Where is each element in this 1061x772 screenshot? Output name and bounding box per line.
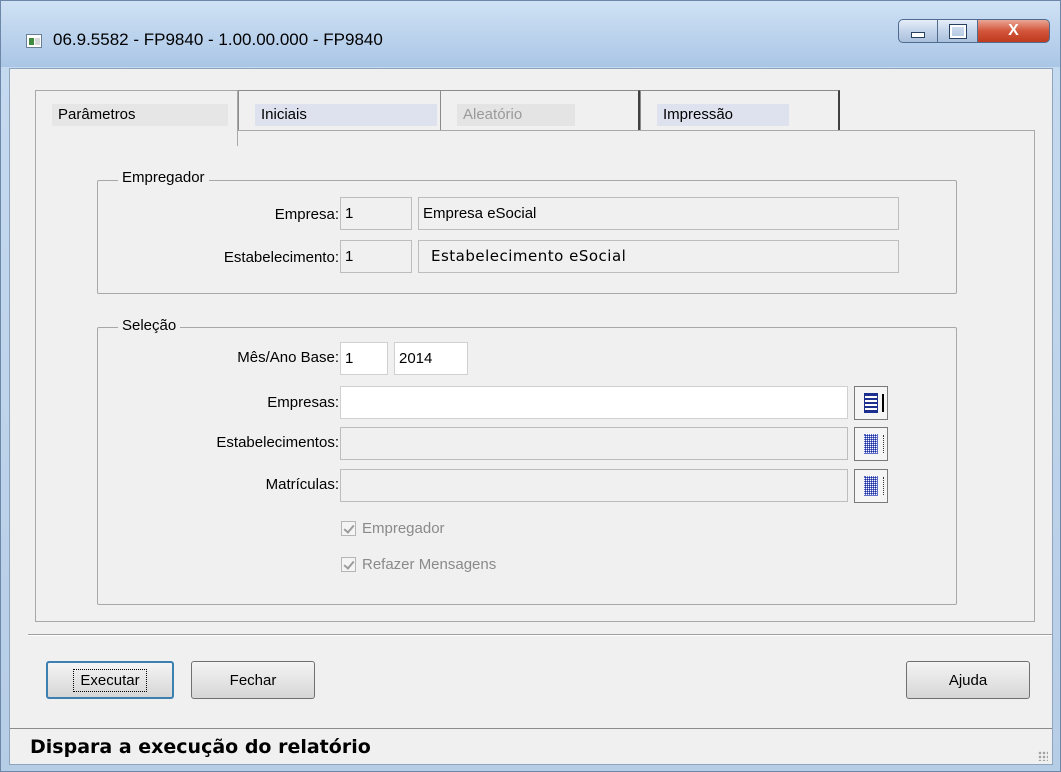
ano-input[interactable]: 2014 xyxy=(394,342,468,375)
empresa-code-field: 1 xyxy=(340,197,412,230)
empregador-checkbox-label: Empregador xyxy=(362,520,445,537)
group-selecao-legend: Seleção xyxy=(118,317,181,334)
checkbox-checked-icon xyxy=(341,557,356,572)
app-icon xyxy=(26,34,42,48)
document-list-icon xyxy=(864,393,878,413)
tab-iniciais[interactable]: Iniciais xyxy=(238,90,442,130)
tab-label: Impressão xyxy=(657,104,789,126)
fechar-button-label: Fechar xyxy=(229,671,277,689)
app-window: 06.9.5582 - FP9840 - 1.00.00.000 - FP984… xyxy=(0,0,1061,772)
matriculas-label: Matrículas: xyxy=(265,476,339,493)
group-selecao xyxy=(97,327,957,605)
estabelecimentos-input xyxy=(340,427,848,460)
arrow-icon xyxy=(879,394,884,412)
tab-label: Aleatório xyxy=(457,104,575,126)
arrow-icon xyxy=(880,477,884,495)
close-button[interactable]: X xyxy=(978,19,1050,43)
minimize-button[interactable] xyxy=(898,19,938,43)
executar-button[interactable]: Executar xyxy=(46,661,174,699)
maximize-button[interactable] xyxy=(938,19,978,43)
empresa-name-field: Empresa eSocial xyxy=(418,197,899,230)
tab-label: Parâmetros xyxy=(52,104,228,126)
maximize-icon xyxy=(949,24,966,38)
close-icon: X xyxy=(1008,22,1019,39)
button-separator xyxy=(28,634,1052,636)
document-list-icon xyxy=(864,434,878,454)
empresa-label: Empresa: xyxy=(274,206,339,223)
matriculas-input xyxy=(340,469,848,502)
status-bar: Dispara a execução do relatório xyxy=(10,728,1052,764)
group-empregador-legend: Empregador xyxy=(118,169,209,186)
arrow-icon xyxy=(880,435,884,453)
refazer-mensagens-checkbox: Refazer Mensagens xyxy=(341,556,496,573)
tab-impressao[interactable]: Impressão xyxy=(640,90,840,130)
empresas-input[interactable] xyxy=(340,386,848,419)
window-controls: X xyxy=(898,19,1050,45)
estabelecimento-name-field: Estabelecimento eSocial xyxy=(418,240,899,273)
ajuda-button[interactable]: Ajuda xyxy=(906,661,1030,699)
tab-panel: Empregador Empresa: 1 Empresa eSocial Es… xyxy=(35,130,1035,622)
minimize-icon xyxy=(911,32,925,38)
status-text: Dispara a execução do relatório xyxy=(30,736,371,758)
tab-label: Iniciais xyxy=(255,104,437,126)
checkbox-checked-icon xyxy=(341,521,356,536)
tab-parametros[interactable]: Parâmetros xyxy=(35,90,238,146)
empresas-zoom-button[interactable] xyxy=(854,386,888,420)
resize-grip-icon[interactable] xyxy=(1038,751,1048,761)
ajuda-button-label: Ajuda xyxy=(948,671,988,689)
estabelecimento-code-field: 1 xyxy=(340,240,412,273)
estabelecimentos-label: Estabelecimentos: xyxy=(216,434,339,451)
estabelecimento-label: Estabelecimento: xyxy=(223,249,339,266)
empregador-checkbox: Empregador xyxy=(341,520,445,537)
mes-input[interactable]: 1 xyxy=(340,342,388,375)
refazer-mensagens-checkbox-label: Refazer Mensagens xyxy=(362,556,497,573)
mes-ano-label: Mês/Ano Base: xyxy=(237,349,339,366)
executar-button-label: Executar xyxy=(73,668,147,692)
fechar-button[interactable]: Fechar xyxy=(191,661,315,699)
document-list-icon xyxy=(864,476,878,496)
estabelecimentos-zoom-button xyxy=(854,427,888,461)
title-bar[interactable]: 06.9.5582 - FP9840 - 1.00.00.000 - FP984… xyxy=(1,1,1060,67)
window-title: 06.9.5582 - FP9840 - 1.00.00.000 - FP984… xyxy=(53,30,383,49)
empresas-label: Empresas: xyxy=(267,394,339,411)
matriculas-zoom-button xyxy=(854,469,888,503)
client-area: Parâmetros Iniciais Aleatório Impressão … xyxy=(9,68,1053,765)
tab-aleatorio: Aleatório xyxy=(440,90,640,130)
